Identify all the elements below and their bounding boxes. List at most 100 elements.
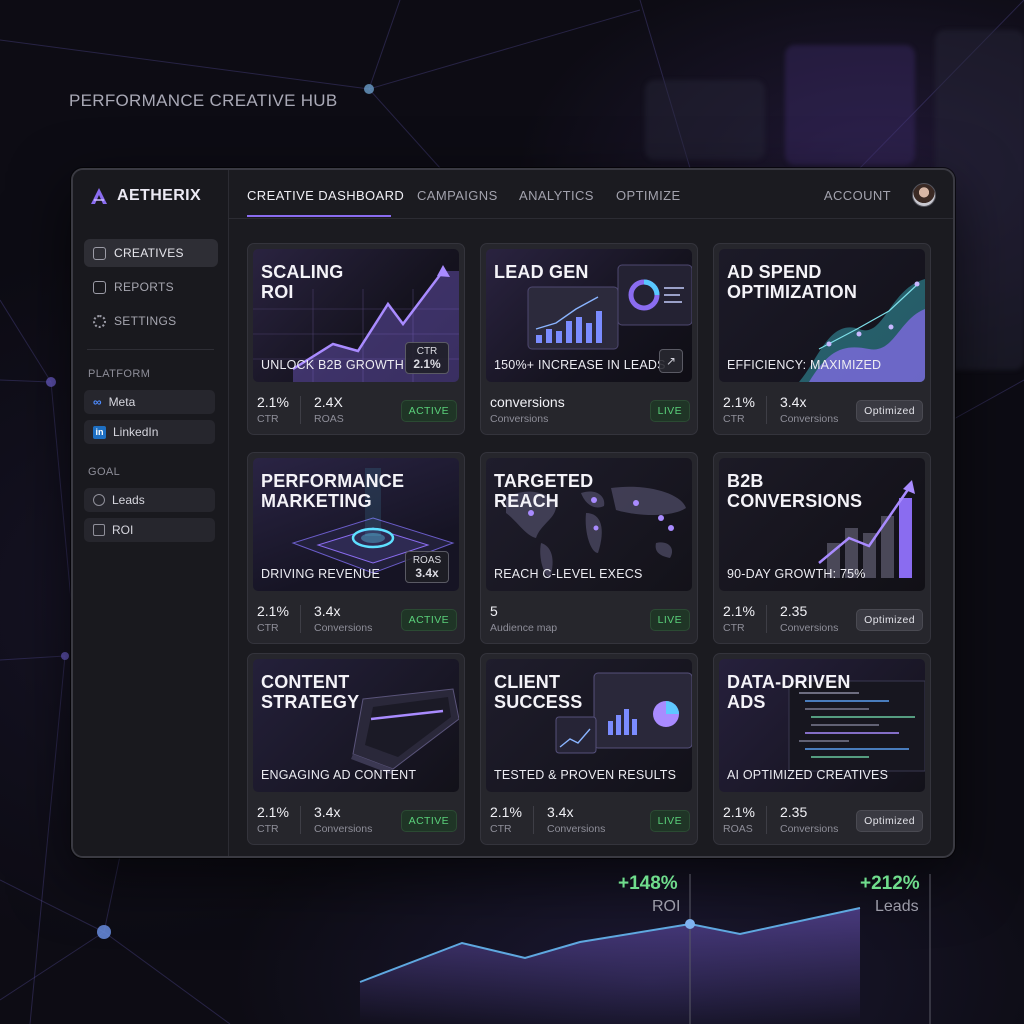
meta-icon: ∞ — [93, 395, 102, 409]
metric-label: CTR — [723, 413, 745, 425]
brand[interactable]: AETHERIX — [89, 186, 201, 206]
platform-filter-linkedin[interactable]: in LinkedIn — [84, 420, 215, 444]
linkedin-icon: in — [93, 425, 106, 439]
card-metrics: 2.1% CTR 3.4x Conversions ACTIVE — [257, 804, 457, 836]
brand-name: AETHERIX — [117, 187, 202, 204]
creative-card-targeted-reach[interactable]: TARGETED REACH REACH C-LEVEL EXECS 5 Audi… — [480, 452, 698, 644]
goal-filter-roi[interactable]: ROI — [84, 518, 215, 542]
platform-filter-meta[interactable]: ∞ Meta — [84, 390, 215, 414]
goal-label: Leads — [112, 493, 145, 507]
metric-value: 2.1% — [723, 394, 755, 410]
metric-value: 2.1% — [257, 603, 289, 619]
metric-value: 2.1% — [490, 804, 522, 820]
metric-label: CTR — [257, 413, 279, 425]
metric-divider — [300, 605, 301, 633]
report-icon — [93, 280, 106, 294]
card-title: DATA-DRIVEN ADS — [727, 672, 851, 712]
metric-2: 3.4x Conversions — [547, 804, 605, 835]
card-title: CLIENT SUCCESS — [494, 672, 583, 712]
metric-divider — [766, 605, 767, 633]
card-metrics: conversions Conversions LIVE — [490, 394, 690, 426]
metric-1: 2.1% CTR — [490, 804, 522, 835]
goal-label: ROI — [112, 523, 134, 537]
creative-card-data-driven-ads[interactable]: DATA-DRIVEN ADS AI OPTIMIZED CREATIVES 2… — [713, 653, 931, 845]
chip-value: 3.4x — [415, 566, 439, 580]
card-metrics: 2.1% CTR 2.35 Conversions Optimized — [723, 603, 923, 635]
platform-label: LinkedIn — [113, 425, 159, 439]
metric-2: 2.4X ROAS — [314, 394, 344, 425]
metric-value: 3.4x — [547, 804, 574, 820]
card-caption: REACH C-LEVEL EXECS — [494, 567, 643, 581]
top-navigation: CREATIVE DASHBOARD CAMPAIGNS ANALYTICS O… — [229, 170, 953, 219]
gear-icon — [93, 314, 106, 328]
metric-value: 2.1% — [723, 804, 755, 820]
metric-2: 2.35 Conversions — [780, 804, 838, 835]
creative-card-lead-gen[interactable]: LEAD GEN 150%+ INCREASE IN LEADS ↗ conve… — [480, 243, 698, 435]
roas-chip: ROAS 3.4x — [405, 551, 449, 583]
metric-value: 5 — [490, 603, 498, 619]
sidebar-item-reports[interactable]: REPORTS — [84, 273, 218, 301]
leads-change-label: Leads — [875, 898, 919, 915]
card-caption: ENGAGING AD CONTENT — [261, 768, 417, 782]
card-visual: CONTENT STRATEGY ENGAGING AD CONTENT — [253, 659, 459, 792]
card-caption: DRIVING REVENUE — [261, 567, 380, 581]
metric-label: CTR — [490, 823, 512, 835]
metric-1: 2.1% CTR — [723, 603, 755, 634]
creative-card-b2b-conversions[interactable]: B2B CONVERSIONS 90-DAY GROWTH: 75% 2.1% C… — [713, 452, 931, 644]
metric-label: Audience map — [490, 622, 558, 634]
chip-label: CTR — [416, 346, 438, 357]
sidebar-item-settings[interactable]: SETTINGS — [84, 307, 218, 335]
hub-title: PERFORMANCE CREATIVE HUB — [69, 91, 338, 110]
creative-card-performance-marketing[interactable]: PERFORMANCE MARKETING DRIVING REVENUE RO… — [247, 452, 465, 644]
card-visual: B2B CONVERSIONS 90-DAY GROWTH: 75% — [719, 458, 925, 591]
creative-card-ad-spend[interactable]: AD SPEND OPTIMIZATION EFFICIENCY: MAXIMI… — [713, 243, 931, 435]
metric-1: 2.1% ROAS — [723, 804, 755, 835]
metric-value: 2.1% — [257, 804, 289, 820]
metric-1: 2.1% CTR — [723, 394, 755, 425]
sidebar-item-creatives[interactable]: CREATIVES — [84, 239, 218, 267]
card-caption: 150%+ INCREASE IN LEADS — [494, 358, 666, 372]
account-menu[interactable]: ACCOUNT — [824, 188, 891, 203]
creative-card-scaling-roi[interactable]: SCALING ROI UNLOCK B2B GROWTH CTR 2.1% 2… — [247, 243, 465, 435]
status-badge: LIVE — [649, 400, 690, 422]
card-title: SCALING ROI — [261, 262, 344, 302]
metric-1: 2.1% CTR — [257, 804, 289, 835]
metric-2: 3.4x Conversions — [314, 804, 372, 835]
metric-label: CTR — [257, 622, 279, 634]
creative-card-client-success[interactable]: CLIENT SUCCESS TESTED & PROVEN RESULTS 2… — [480, 653, 698, 845]
card-caption: UNLOCK B2B GROWTH — [261, 358, 404, 372]
external-link-icon[interactable]: ↗ — [659, 349, 683, 373]
metric-value: 3.4x — [314, 603, 341, 619]
metric-divider — [300, 806, 301, 834]
metric-value: 2.1% — [723, 603, 755, 619]
status-badge: ACTIVE — [400, 810, 457, 832]
card-title: LEAD GEN — [494, 262, 589, 282]
background-screen — [785, 45, 915, 165]
card-visual: PERFORMANCE MARKETING DRIVING REVENUE RO… — [253, 458, 459, 591]
creative-card-content-strategy[interactable]: CONTENT STRATEGY ENGAGING AD CONTENT 2.1… — [247, 653, 465, 845]
status-badge: LIVE — [649, 609, 690, 631]
card-visual: DATA-DRIVEN ADS AI OPTIMIZED CREATIVES — [719, 659, 925, 792]
card-caption: EFFICIENCY: MAXIMIZED — [727, 358, 882, 372]
metric-label: Conversions — [780, 622, 839, 634]
metric-label: Conversions — [780, 413, 839, 425]
leads-change-value: +212% — [860, 873, 920, 894]
target-icon — [93, 494, 105, 506]
metric-value: 2.4X — [314, 394, 343, 410]
metric-value: 3.4x — [314, 804, 341, 820]
card-caption: TESTED & PROVEN RESULTS — [494, 768, 677, 782]
goal-heading: GOAL — [88, 466, 121, 478]
card-metrics: 5 Audience map LIVE — [490, 603, 690, 635]
metric-value: 3.4x — [780, 394, 807, 410]
tab-optimize[interactable]: OPTIMIZE — [616, 188, 681, 203]
metric-divider — [766, 396, 767, 424]
tab-analytics[interactable]: ANALYTICS — [519, 188, 594, 203]
metric-value: 2.1% — [257, 394, 289, 410]
card-visual: TARGETED REACH REACH C-LEVEL EXECS — [486, 458, 692, 591]
tab-campaigns[interactable]: CAMPAIGNS — [417, 188, 498, 203]
goal-filter-leads[interactable]: Leads — [84, 488, 215, 512]
metric-1: conversions Conversions — [490, 394, 565, 425]
avatar[interactable] — [912, 183, 936, 207]
status-badge: LIVE — [649, 810, 690, 832]
tab-creative-dashboard[interactable]: CREATIVE DASHBOARD — [247, 188, 404, 203]
